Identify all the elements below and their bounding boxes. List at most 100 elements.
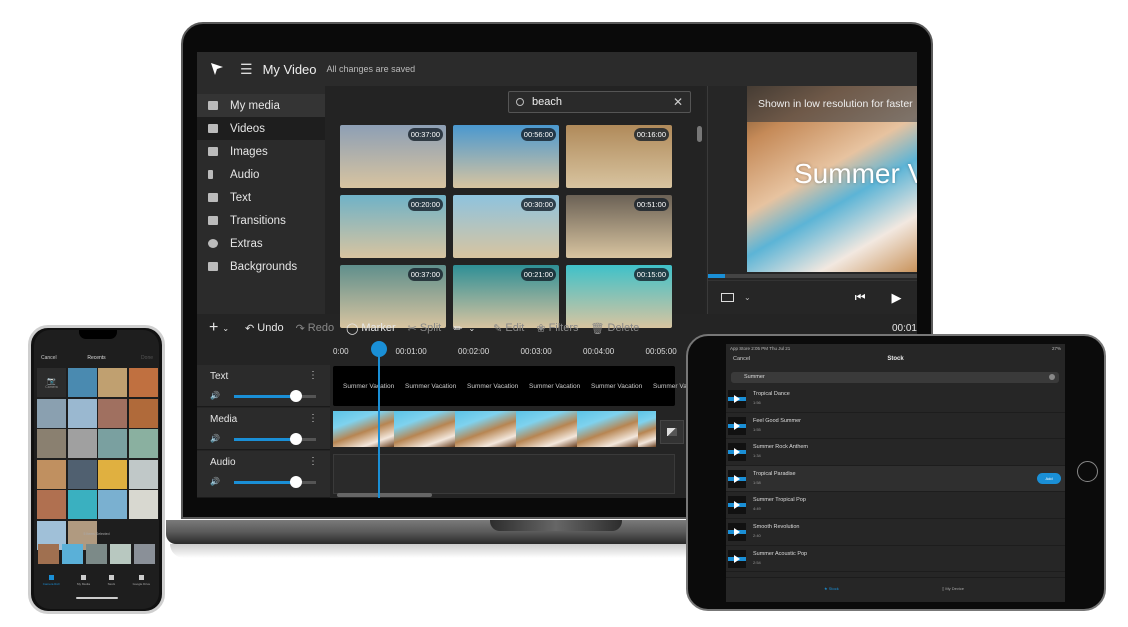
transition-slot[interactable] — [660, 420, 684, 444]
playhead[interactable] — [378, 352, 380, 498]
clear-search-icon[interactable]: ✕ — [673, 95, 683, 109]
photo-thumbnail[interactable] — [128, 429, 158, 458]
audio-track[interactable] — [333, 454, 675, 494]
tab-camera-roll[interactable]: Camera Roll — [43, 575, 59, 586]
tab-my-device[interactable]: ▯ My Device — [942, 586, 964, 591]
pen-tool-button[interactable]: ✏ ⌄ — [453, 322, 475, 335]
pause-icon[interactable] — [728, 469, 746, 488]
photo-thumbnail[interactable] — [67, 368, 97, 397]
tab-google-drive[interactable]: Google Drive — [133, 575, 150, 586]
project-title[interactable]: My Video — [263, 62, 317, 77]
photo-thumbnail[interactable] — [128, 490, 158, 519]
preview-video[interactable]: Shown in low resolution for faster Summe… — [747, 86, 917, 272]
photo-thumbnail[interactable] — [67, 490, 97, 519]
sidebar-item-text[interactable]: Text — [197, 186, 325, 209]
sidebar-item-my-media[interactable]: My media — [197, 94, 325, 117]
add-button[interactable]: Add — [1037, 472, 1061, 484]
photo-thumbnail[interactable] — [128, 368, 158, 397]
video-thumbnail[interactable]: 00:30:00 — [453, 195, 559, 258]
photo-thumbnail[interactable] — [98, 429, 127, 458]
volume-knob[interactable] — [289, 476, 302, 488]
photo-thumbnail[interactable] — [98, 490, 127, 519]
play-icon[interactable]: ▶ — [892, 290, 902, 306]
audio-track-row[interactable]: Summer Acoustic Pop 2:54 — [726, 546, 1065, 573]
photo-thumbnail[interactable] — [37, 398, 66, 428]
photo-thumbnail[interactable] — [67, 398, 97, 428]
menu-icon[interactable]: ☰ — [240, 61, 253, 78]
undo-button[interactable]: ↶ Undo — [245, 322, 284, 335]
video-clip-frame[interactable] — [333, 411, 394, 447]
selected-photo[interactable] — [86, 544, 107, 564]
camera-button[interactable]: 📷 Camera — [37, 368, 66, 397]
photo-thumbnail[interactable] — [98, 368, 127, 397]
play-icon[interactable] — [728, 549, 746, 568]
sidebar-item-backgrounds[interactable]: Backgrounds — [197, 255, 325, 278]
play-icon[interactable] — [728, 496, 746, 515]
photo-thumbnail[interactable] — [98, 398, 127, 428]
redo-button[interactable]: ↷ Redo — [296, 322, 335, 335]
text-track-clip[interactable]: Summer Vacation Summer Vacation Summer Vac… — [333, 366, 704, 406]
video-clip-frame[interactable] — [577, 411, 638, 447]
video-thumbnail[interactable]: 00:51:00 — [566, 195, 672, 258]
filters-button[interactable]: ❀ Filters — [536, 322, 578, 335]
more-options-icon[interactable]: ⋮ — [308, 370, 318, 381]
volume-slider[interactable] — [234, 433, 316, 445]
photo-thumbnail[interactable] — [37, 429, 66, 458]
sidebar-item-extras[interactable]: Extras — [197, 232, 325, 255]
marker-button[interactable]: ◯ Marker — [346, 322, 396, 335]
audio-track-row[interactable]: Tropical Paradise 1:58 Add — [726, 465, 1065, 493]
audio-track-row[interactable]: Tropical Dance 1:56 — [726, 386, 1065, 413]
audio-track-row[interactable]: Summer Rock Anthem 1:34 — [726, 439, 1065, 466]
sidebar-item-transitions[interactable]: Transitions — [197, 209, 325, 232]
video-clip-frame[interactable] — [394, 411, 455, 447]
photo-thumbnail[interactable] — [37, 490, 66, 519]
selected-photo[interactable] — [62, 544, 83, 564]
photo-thumbnail[interactable] — [67, 429, 97, 458]
tab-stock[interactable]: Stock — [108, 575, 115, 586]
delete-button[interactable]: 🗑 Delete — [591, 322, 640, 335]
video-thumbnail[interactable]: 00:16:00 — [566, 125, 672, 188]
photo-thumbnail[interactable] — [67, 459, 97, 489]
timeline-scrollbar[interactable] — [337, 493, 432, 497]
more-options-icon[interactable]: ⋮ — [308, 413, 318, 424]
edit-button[interactable]: ✎ Edit — [493, 322, 524, 335]
volume-slider[interactable] — [234, 476, 316, 488]
selected-photo[interactable] — [38, 544, 59, 564]
video-thumbnail[interactable]: 00:37:00 — [340, 125, 446, 188]
selected-photo[interactable] — [110, 544, 131, 564]
media-scrollbar[interactable] — [697, 126, 702, 142]
volume-icon[interactable]: 🔊 — [210, 391, 220, 400]
tab-stock[interactable]: ★ Stock — [824, 586, 839, 591]
add-dropdown-icon[interactable]: ⌄ — [222, 324, 229, 333]
app-logo-icon[interactable] — [210, 62, 224, 76]
play-icon[interactable] — [728, 522, 746, 541]
video-clip-frame[interactable] — [638, 411, 656, 447]
photo-thumbnail[interactable] — [37, 459, 66, 489]
photo-thumbnail[interactable] — [128, 398, 158, 428]
selected-photo[interactable] — [134, 544, 155, 564]
tablet-home-button[interactable] — [1077, 461, 1098, 482]
volume-slider[interactable] — [234, 390, 316, 402]
video-clip-frame[interactable] — [455, 411, 516, 447]
chevron-down-icon[interactable]: ⌄ — [744, 293, 751, 302]
sidebar-item-videos[interactable]: Videos — [197, 117, 325, 140]
volume-icon[interactable]: 🔊 — [210, 434, 220, 443]
photo-thumbnail[interactable] — [128, 459, 158, 489]
done-button[interactable]: Done — [141, 355, 153, 361]
sidebar-item-images[interactable]: Images — [197, 140, 325, 163]
more-options-icon[interactable]: ⋮ — [308, 456, 318, 467]
play-icon[interactable] — [728, 390, 746, 408]
sidebar-item-audio[interactable]: Audio — [197, 163, 325, 186]
clear-search-icon[interactable] — [1049, 374, 1055, 380]
search-input[interactable]: Summer — [731, 372, 1059, 383]
volume-knob[interactable] — [289, 390, 302, 402]
volume-knob[interactable] — [289, 433, 302, 445]
skip-back-icon[interactable]: ⏮ — [855, 290, 866, 305]
video-clip-frame[interactable] — [516, 411, 577, 447]
video-thumbnail[interactable]: 00:56:00 — [453, 125, 559, 188]
add-button[interactable]: + — [209, 319, 218, 337]
play-icon[interactable] — [728, 416, 746, 435]
photo-thumbnail[interactable] — [98, 459, 127, 489]
split-button[interactable]: ✂ Split — [408, 322, 442, 335]
aspect-ratio-icon[interactable] — [721, 293, 734, 302]
